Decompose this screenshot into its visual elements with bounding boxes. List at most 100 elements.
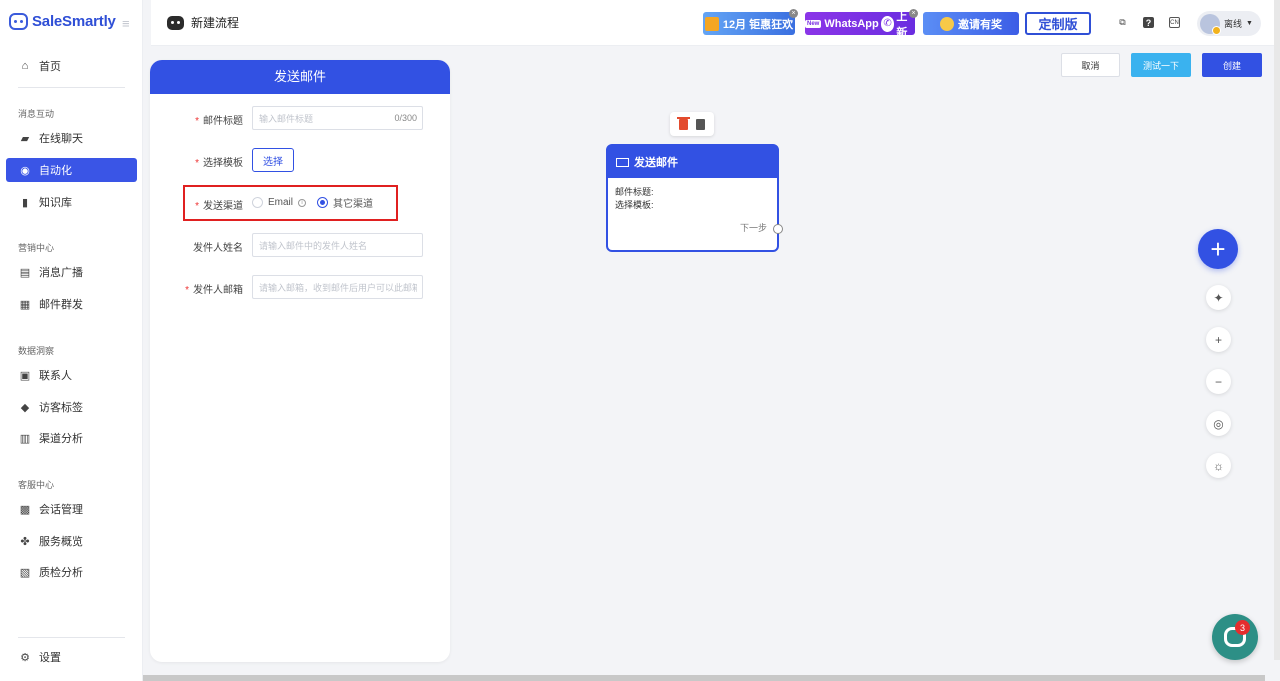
sidebar-item-contacts[interactable]: ▣ 联系人: [6, 363, 137, 387]
sidebar-item-label: 质检分析: [39, 567, 83, 579]
test-button[interactable]: 测试一下: [1131, 53, 1191, 77]
section-label-service: 客服中心: [18, 480, 55, 490]
sidebar-divider: [18, 637, 125, 638]
invite-promo-banner[interactable]: 邀请有奖: [923, 12, 1019, 35]
sidebar-item-label: 设置: [39, 652, 61, 664]
tips-button[interactable]: ☼: [1206, 453, 1231, 478]
book-icon: ▮: [21, 196, 29, 209]
node-header: 发送邮件: [608, 146, 777, 178]
email-subject-label: * 邮件标题: [195, 116, 243, 127]
output-port[interactable]: [773, 224, 783, 234]
sidebar-item-broadcast[interactable]: ▤ 消息广播: [6, 260, 137, 284]
required-mark: *: [195, 116, 199, 127]
target-icon: ◎: [1213, 416, 1224, 431]
chat-bubbles-icon: ▰: [20, 132, 30, 145]
node-title: 发送邮件: [634, 157, 678, 169]
new-badge: New: [805, 19, 822, 28]
sender-email-input[interactable]: 请输入邮箱，收到邮件后用户可以此邮箱: [252, 275, 423, 299]
home-icon: ⌂: [21, 60, 29, 72]
radio-email-label[interactable]: Email: [268, 197, 293, 208]
mobile-device-icon[interactable]: ⧉: [1117, 17, 1128, 28]
sidebar-item-visitor-tags[interactable]: ◆ 访客标签: [6, 395, 137, 419]
channel-radio-group: Email i 其它渠道: [252, 195, 373, 210]
magic-wand-button[interactable]: ✦: [1206, 285, 1231, 310]
horizontal-scrollbar[interactable]: [143, 675, 1265, 681]
sender-email-label: * 发件人邮箱: [185, 285, 243, 296]
sidebar-item-channel-analysis[interactable]: ▥ 渠道分析: [6, 426, 137, 450]
banner-text: 钜惠狂欢: [749, 18, 794, 31]
close-icon[interactable]: ×: [789, 9, 798, 18]
zoom-out-icon: −: [1214, 374, 1222, 389]
vertical-scrollbar[interactable]: [1274, 0, 1280, 660]
sidebar-item-settings[interactable]: ⚙ 设置: [6, 645, 137, 669]
add-node-button[interactable]: +: [1198, 229, 1238, 269]
panel-title: 发送邮件: [150, 60, 450, 94]
grid-dots-icon: ✤: [20, 535, 30, 548]
banner-text: WhatsApp: [824, 17, 879, 30]
top-header: 新建流程 12月 钜惠狂欢 × New WhatsApp ✆ 上新 × 邀请有奖…: [151, 0, 1280, 46]
user-status-menu[interactable]: 离线 ▼: [1197, 11, 1261, 36]
required-mark: *: [185, 285, 189, 296]
brand-logo[interactable]: SaleSmartly: [9, 13, 116, 30]
plus-icon: +: [1210, 233, 1226, 264]
close-icon[interactable]: ×: [909, 9, 918, 18]
trend-chart-icon: ▧: [19, 566, 31, 579]
custom-edition-button[interactable]: 定制版: [1025, 12, 1091, 35]
sidebar-item-qa-analysis[interactable]: ▧ 质检分析: [6, 560, 137, 584]
sidebar-item-label: 邮件群发: [39, 299, 83, 311]
radio-email[interactable]: [252, 197, 263, 208]
sidebar-item-automation[interactable]: ◉ 自动化: [6, 158, 137, 182]
locate-button[interactable]: ◎: [1206, 411, 1231, 436]
conversation-icon: ▩: [19, 503, 31, 516]
sidebar-item-conversation-mgmt[interactable]: ▩ 会话管理: [6, 497, 137, 521]
section-label-insights: 数据洞察: [18, 346, 55, 356]
radio-other-channel[interactable]: [317, 197, 329, 208]
node-body: 邮件标题: 选择模板:: [608, 178, 777, 220]
sidebar-item-label: 联系人: [39, 370, 72, 382]
zoom-out-button[interactable]: −: [1206, 369, 1231, 394]
delete-icon[interactable]: [677, 116, 690, 130]
sidebar: SaleSmartly ≡ ⌂ 首页 消息互动 ▰ 在线聊天 ◉ 自动化 ▮ 知…: [0, 0, 143, 681]
sidebar-item-label: 消息广播: [39, 267, 83, 279]
december-promo-banner[interactable]: 12月 钜惠狂欢 ×: [703, 9, 798, 35]
sender-name-input[interactable]: 请输入邮件中的发件人姓名: [252, 233, 423, 257]
required-mark: *: [195, 201, 199, 212]
send-email-form-panel: 发送邮件 * 邮件标题 输入邮件标题 0/300 * 选择模板 选择 * 发送渠道 E…: [150, 60, 450, 662]
sidebar-item-knowledge[interactable]: ▮ 知识库: [6, 190, 137, 214]
input-placeholder: 请输入邮箱，收到邮件后用户可以此邮箱: [259, 282, 417, 293]
gift-icon: ▦: [19, 298, 31, 311]
language-icon[interactable]: CN: [1169, 17, 1180, 28]
email-subject-input[interactable]: 输入邮件标题 0/300: [252, 106, 423, 130]
radio-other-label[interactable]: 其它渠道: [333, 195, 373, 210]
sidebar-divider: [18, 87, 125, 88]
chat-widget-button[interactable]: [1212, 614, 1258, 660]
zoom-in-button[interactable]: +: [1206, 327, 1231, 352]
cancel-button[interactable]: 取消: [1061, 53, 1120, 77]
robot-icon: [167, 15, 184, 30]
sidebar-item-label: 知识库: [39, 197, 72, 209]
info-icon[interactable]: i: [298, 198, 307, 207]
node-toolbar: [670, 112, 714, 136]
copy-icon[interactable]: [696, 118, 705, 130]
zoom-in-icon: +: [1214, 332, 1222, 347]
create-button[interactable]: 创建: [1202, 53, 1262, 77]
sidebar-item-home[interactable]: ⌂ 首页: [6, 54, 137, 78]
sidebar-item-live-chat[interactable]: ▰ 在线聊天: [6, 126, 137, 150]
menu-collapse-icon[interactable]: ≡: [122, 16, 130, 31]
whatsapp-promo-banner[interactable]: New WhatsApp ✆ 上新 ×: [805, 9, 918, 39]
sidebar-item-label: 服务概览: [39, 536, 83, 548]
sidebar-item-email-mass[interactable]: ▦ 邮件群发: [6, 292, 137, 316]
channel-label: * 发送渠道: [195, 201, 243, 212]
chevron-down-icon: ▼: [1246, 20, 1253, 27]
sidebar-item-service-overview[interactable]: ✤ 服务概览: [6, 529, 137, 553]
sidebar-item-label: 渠道分析: [39, 433, 83, 445]
magic-wand-icon: ✦: [1213, 290, 1224, 305]
section-label-marketing: 营销中心: [18, 243, 55, 253]
node-template-label: 选择模板:: [615, 200, 654, 210]
select-template-button[interactable]: 选择: [252, 148, 294, 172]
sidebar-item-label: 访客标签: [39, 402, 83, 414]
send-email-node[interactable]: 发送邮件 邮件标题: 选择模板: 下一步: [606, 144, 783, 252]
sidebar-item-label: 自动化: [39, 165, 72, 177]
help-icon[interactable]: ?: [1143, 17, 1154, 28]
banner-month: 12月: [722, 18, 747, 31]
